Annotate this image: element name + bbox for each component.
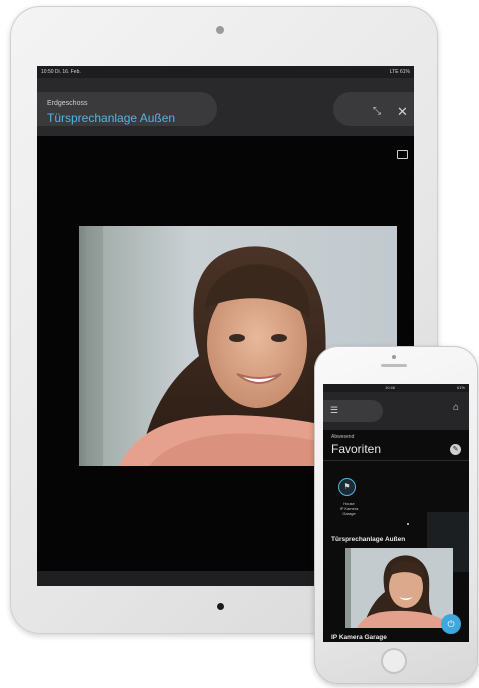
tablet-status-bar: 10:50 Di. 16. Feb. LTE 61% bbox=[37, 66, 414, 78]
phone-device: 10:46 61% ☰ ⌂ Abwesend Favoriten ✎ ⚑ Hou… bbox=[314, 346, 478, 684]
camera-title-2[interactable]: IP Kamera Garage bbox=[331, 634, 387, 641]
page-indicator-dot bbox=[407, 523, 409, 525]
favorite-label-line3: Garage bbox=[342, 511, 356, 516]
favorite-camera-button[interactable]: ⚑ bbox=[338, 478, 356, 496]
section-title: Favoriten bbox=[331, 442, 382, 456]
tablet-header: Erdgeschoss Türsprechanlage Außen ⤡ ✕ bbox=[37, 78, 414, 136]
close-icon[interactable]: ✕ bbox=[397, 104, 408, 120]
phone-camera-dot bbox=[392, 355, 396, 359]
door-open-icon[interactable]: ⏻ bbox=[441, 614, 461, 634]
phone-header: ☰ ⌂ bbox=[323, 392, 469, 430]
phone-status-bar: 10:46 61% bbox=[323, 384, 469, 392]
menu-icon[interactable]: ☰ bbox=[330, 405, 338, 416]
tablet-home-button[interactable] bbox=[217, 603, 224, 610]
window-icon[interactable] bbox=[397, 150, 408, 159]
phone-home-button[interactable] bbox=[381, 648, 407, 674]
phone-speaker bbox=[381, 364, 407, 367]
tablet-camera-dot bbox=[216, 26, 224, 34]
phone-status-battery: 61% bbox=[456, 385, 465, 390]
phone-status-time: 10:46 bbox=[385, 385, 396, 390]
phone-screen: 10:46 61% ☰ ⌂ Abwesend Favoriten ✎ ⚑ Hou… bbox=[323, 384, 469, 642]
camera-title-1[interactable]: Türsprechanlage Außen bbox=[331, 536, 405, 543]
edit-icon[interactable]: ✎ bbox=[450, 444, 461, 455]
tablet-status-battery: LTE 61% bbox=[389, 69, 410, 75]
tablet-header-subtitle: Erdgeschoss bbox=[47, 100, 88, 107]
phone-video-feed[interactable] bbox=[345, 548, 453, 628]
resize-icon[interactable]: ⤡ bbox=[373, 106, 381, 117]
favorite-label: House IP Kamera Garage bbox=[334, 501, 364, 516]
tablet-header-title: Türsprechanlage Außen bbox=[47, 111, 176, 125]
section-subtitle: Abwesend bbox=[331, 434, 355, 440]
phone-video-frame-image bbox=[345, 548, 453, 628]
tablet-status-time: 10:50 Di. 16. Feb. bbox=[41, 69, 81, 75]
home-icon[interactable]: ⌂ bbox=[453, 402, 459, 413]
section-divider bbox=[323, 460, 469, 461]
